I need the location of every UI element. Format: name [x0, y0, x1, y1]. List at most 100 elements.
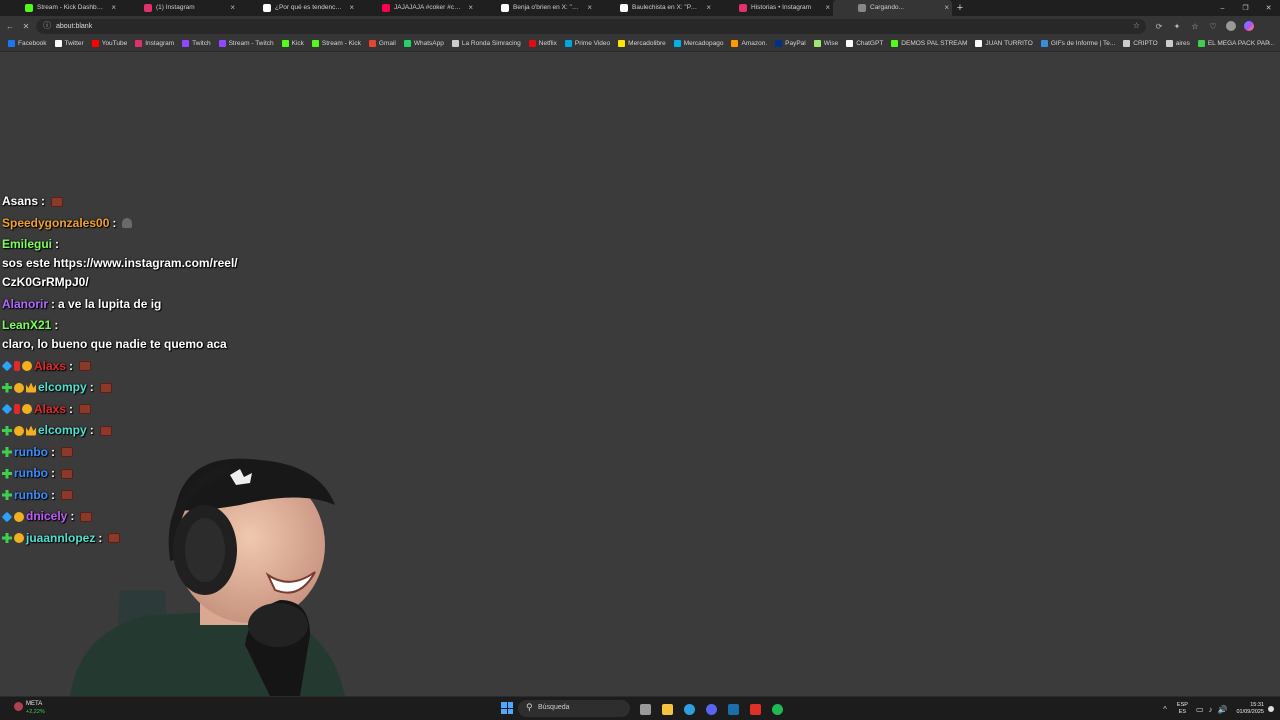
- bookmark-favicon-icon: [618, 40, 626, 47]
- bookmark-item[interactable]: JUAN TURRITO: [971, 37, 1036, 51]
- profile-avatar[interactable]: [1226, 21, 1236, 31]
- bookmark-label: aires: [1175, 40, 1190, 47]
- start-button[interactable]: [501, 702, 513, 714]
- taskbar-app-spotify[interactable]: [766, 700, 788, 718]
- bookmark-item[interactable]: Gmail: [365, 37, 400, 51]
- chat-message: Emilegui: sos este https://www.instagram.…: [2, 235, 240, 292]
- tab-close-icon[interactable]: ×: [944, 3, 949, 13]
- bookmark-item[interactable]: Prime Video: [561, 37, 614, 51]
- chat-username: Speedygonzales00: [2, 215, 110, 230]
- chat-emote-icon: [79, 404, 92, 414]
- favorites-icon[interactable]: ☆: [1186, 18, 1204, 34]
- tab-title: JAJAJAJA #coker #c0ker #kickar...: [394, 4, 462, 11]
- chat-separator: :: [89, 423, 94, 437]
- taskbar-app-file-explorer[interactable]: [656, 700, 678, 718]
- address-bar[interactable]: ⓘ about:blank ☆: [36, 19, 1146, 34]
- bookmarks-more-icon[interactable]: ›: [1267, 38, 1270, 47]
- bookmark-label: Twitter: [64, 40, 84, 47]
- microphone-head-shape: [248, 603, 308, 647]
- chat-username: Alanorir: [2, 296, 49, 311]
- bookmark-item[interactable]: PayPal: [771, 37, 810, 51]
- taskbar-app-discord[interactable]: [700, 700, 722, 718]
- chat-text: a ve la lupita de ig: [58, 296, 162, 311]
- tray-overflow-icon[interactable]: ^: [1163, 705, 1167, 714]
- audio-device-icon[interactable]: ♪: [1209, 705, 1213, 714]
- taskbar-app-edge[interactable]: [678, 700, 700, 718]
- collections-icon[interactable]: ♡: [1204, 18, 1222, 34]
- bookmark-item[interactable]: Stream - Kick: [308, 37, 365, 51]
- chat-separator: :: [51, 296, 56, 311]
- bookmark-favicon-icon: [846, 40, 854, 47]
- tab-close-icon[interactable]: ×: [111, 3, 116, 13]
- taskbar-search[interactable]: ⚲ Búsqueda: [518, 700, 630, 717]
- chat-message: elcompy:: [2, 421, 240, 440]
- tab-close-icon[interactable]: ×: [349, 3, 354, 13]
- refresh-icon[interactable]: ⟳: [1150, 18, 1168, 34]
- extensions-icon[interactable]: ✦: [1168, 18, 1186, 34]
- bookmark-label: PayPal: [785, 40, 806, 47]
- tab-close-icon[interactable]: ×: [825, 3, 830, 13]
- browser-tab[interactable]: Benja o'brien en X: "https://t.co/... ×: [476, 0, 595, 16]
- chat-message: Asans:: [2, 192, 240, 211]
- tab-close-icon[interactable]: ×: [587, 3, 592, 13]
- tab-title: Benja o'brien en X: "https://t.co/...: [513, 4, 581, 11]
- chat-username: LeanX21: [2, 318, 52, 332]
- bookmark-item[interactable]: CRIPTO: [1119, 37, 1161, 51]
- language-indicator[interactable]: ESP ES: [1177, 702, 1188, 716]
- bookmark-item[interactable]: Twitter: [51, 37, 88, 51]
- tab-favicon-icon: [144, 4, 152, 12]
- bookmark-item[interactable]: Stream - Twitch: [215, 37, 278, 51]
- new-tab-button[interactable]: +: [952, 0, 968, 16]
- bookmark-item[interactable]: Kick: [278, 37, 308, 51]
- bookmark-item[interactable]: Amazon.: [727, 37, 771, 51]
- close-window-button[interactable]: ✕: [1257, 0, 1280, 16]
- bookmark-item[interactable]: Facebook: [4, 37, 51, 51]
- browser-tab[interactable]: ¿Por qué es tendencia? (@porqu... ×: [238, 0, 357, 16]
- stock-widget[interactable]: META +2,22%: [10, 700, 60, 718]
- bookmark-item[interactable]: GIFs de Informe | Te...: [1037, 37, 1119, 51]
- tab-close-icon[interactable]: ×: [230, 3, 235, 13]
- bookmark-label: Facebook: [18, 40, 47, 47]
- minimize-button[interactable]: –: [1211, 0, 1234, 16]
- bookmark-item[interactable]: Wise: [810, 37, 842, 51]
- windows-logo-icon: [501, 702, 507, 708]
- chat-text: sos este https://www.instagram.com/reel/…: [2, 256, 238, 289]
- copilot-icon[interactable]: [1244, 21, 1254, 31]
- bookmark-item[interactable]: WhatsApp: [400, 37, 448, 51]
- taskbar-app-task-view[interactable]: [634, 700, 656, 718]
- browser-tab[interactable]: Historias • Instagram ×: [714, 0, 833, 16]
- bookmark-item[interactable]: Netflix: [525, 37, 561, 51]
- tab-favicon-icon: [620, 4, 628, 12]
- browser-tab[interactable]: (1) Instagram ×: [119, 0, 238, 16]
- bookmark-item[interactable]: La Ronda Simracing: [448, 37, 525, 51]
- bookmark-item[interactable]: ChatGPT: [842, 37, 887, 51]
- bookmark-item[interactable]: Mercadopago: [670, 37, 728, 51]
- bookmark-item[interactable]: aires: [1162, 37, 1194, 51]
- tab-close-icon[interactable]: ×: [706, 3, 711, 13]
- bookmark-star-icon[interactable]: ☆: [1133, 21, 1140, 31]
- bookmark-item[interactable]: DEMOS PAL STREAM: [887, 37, 971, 51]
- bookmark-item[interactable]: YouTube: [88, 37, 132, 51]
- bookmark-item[interactable]: EL MEGA PACK PAP...: [1194, 37, 1278, 51]
- tab-close-icon[interactable]: ×: [468, 3, 473, 13]
- browser-tab[interactable]: Stream - Kick Dashboard ×: [0, 0, 119, 16]
- bookmark-item[interactable]: Twitch: [178, 37, 214, 51]
- bookmark-item[interactable]: Mercadolibre: [614, 37, 670, 51]
- volume-icon[interactable]: 🔊: [1218, 705, 1228, 714]
- taskbar-app-steam[interactable]: [722, 700, 744, 718]
- taskbar-app-streamlabs[interactable]: [744, 700, 766, 718]
- info-icon[interactable]: ⓘ: [43, 21, 51, 31]
- browser-tab[interactable]: Cargando... ×: [833, 0, 952, 16]
- tab-title: ¿Por qué es tendencia? (@porqu...: [275, 4, 343, 11]
- clock[interactable]: 15:31 01/09/2025: [1236, 702, 1264, 716]
- browser-tab[interactable]: JAJAJAJA #coker #c0ker #kickar... ×: [357, 0, 476, 16]
- one-badge-icon: [22, 404, 32, 414]
- notification-icon[interactable]: [1268, 706, 1274, 712]
- stop-loading-button[interactable]: ✕: [18, 18, 34, 34]
- browser-tab[interactable]: Baulechista en X: "PASA UN CHA... ×: [595, 0, 714, 16]
- maximize-button[interactable]: ❐: [1234, 0, 1257, 16]
- bookmark-favicon-icon: [135, 40, 143, 47]
- monitor-icon[interactable]: ▭: [1196, 705, 1204, 714]
- back-button[interactable]: ←: [2, 18, 18, 34]
- bookmark-item[interactable]: Instagram: [131, 37, 178, 51]
